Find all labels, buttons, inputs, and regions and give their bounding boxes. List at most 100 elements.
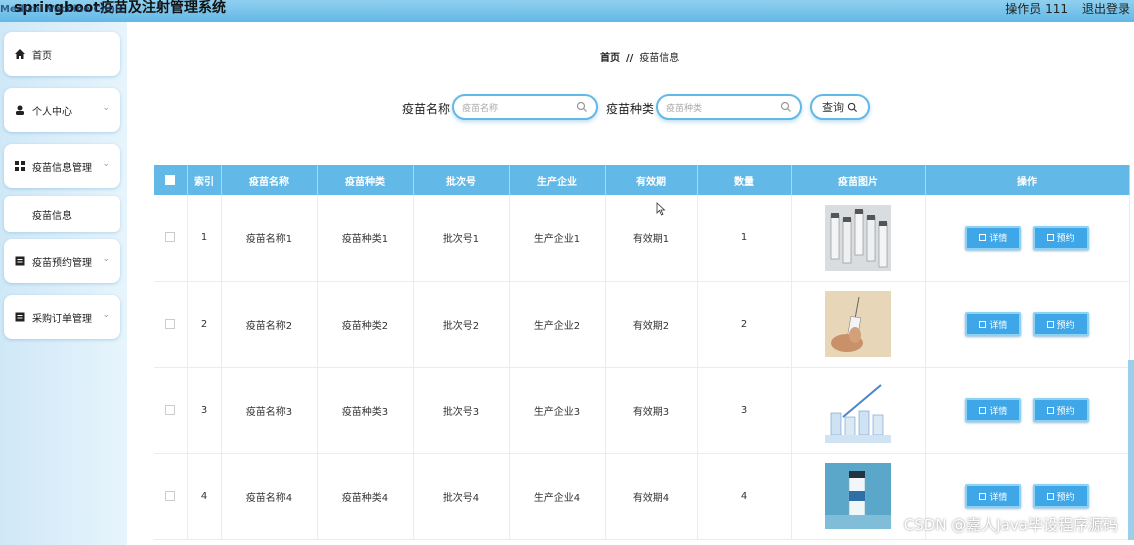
cell-image (791, 367, 926, 454)
breadcrumb-separator: // (626, 53, 634, 64)
detail-button-label: 详情 (989, 320, 1008, 331)
sidebar-item-label: 疫苗信息管理 (32, 162, 92, 174)
cell-maker: 生产企业4 (509, 453, 606, 540)
app-title-overlay: Medical Vaccine Clinic (0, 4, 125, 15)
cell-expiry: 有效期1 (605, 195, 698, 282)
cell-name: 疫苗名称3 (221, 367, 318, 454)
doc-icon (14, 311, 26, 323)
watermark: CSDN @嘉人Java毕设程序源码 (903, 516, 1118, 534)
cell-qty: 3 (697, 367, 792, 454)
doc-icon (1046, 234, 1054, 242)
book-button-label: 预约 (1056, 320, 1075, 331)
cell-type: 疫苗种类2 (317, 281, 414, 368)
cell-maker: 生产企业1 (509, 195, 606, 282)
row-select-cell (154, 281, 188, 368)
row-checkbox[interactable] (165, 232, 176, 243)
detail-button-label: 详情 (989, 234, 1008, 245)
book-button[interactable]: 预约 (1032, 484, 1089, 508)
sidebar-item-vaccine-mgmt[interactable]: 疫苗信息管理 ⌄ (4, 144, 120, 188)
table-header-row: 索引 疫苗名称 疫苗种类 批次号 生产企业 有效期 数量 疫苗图片 操作 (154, 165, 1130, 195)
row-select-cell (154, 195, 188, 282)
column-header: 批次号 (413, 165, 510, 195)
column-header: 疫苗种类 (317, 165, 414, 195)
cell-maker: 生产企业3 (509, 367, 606, 454)
table-row: 3 疫苗名称3 疫苗种类3 批次号3 生产企业3 有效期3 3 详情 预约 (154, 367, 1130, 454)
search-icon (780, 101, 791, 112)
sidebar-item-order-mgmt[interactable]: 采购订单管理 ⌄ (4, 295, 120, 339)
cell-name: 疫苗名称2 (221, 281, 318, 368)
doc-icon (1046, 492, 1054, 500)
logout-link[interactable]: 退出登录 (1082, 0, 1130, 17)
detail-button-label: 详情 (989, 492, 1008, 503)
cell-batch: 批次号1 (413, 195, 510, 282)
doc-icon (1046, 406, 1054, 414)
column-header: 疫苗名称 (221, 165, 318, 195)
row-select-cell (154, 367, 188, 454)
current-user: 操作员 111 (1005, 2, 1068, 16)
vaccine-type-label: 疫苗种类 (606, 102, 655, 116)
detail-button[interactable]: 详情 (965, 312, 1022, 336)
mouse-cursor-icon (656, 202, 666, 216)
sidebar-item-booking-mgmt[interactable]: 疫苗预约管理 ⌄ (4, 239, 120, 283)
doc-icon (979, 234, 987, 242)
cell-expiry: 有效期4 (605, 453, 698, 540)
cell-type: 疫苗种类1 (317, 195, 414, 282)
sidebar-item-profile[interactable]: 个人中心 ⌄ (4, 88, 120, 132)
home-icon (14, 48, 26, 60)
row-checkbox[interactable] (165, 490, 176, 501)
vaccine-table: 索引 疫苗名称 疫苗种类 批次号 生产企业 有效期 数量 疫苗图片 操作 1 疫… (154, 165, 1130, 540)
cell-expiry: 有效期3 (605, 367, 698, 454)
sidebar-item-label: 个人中心 (32, 106, 72, 118)
doc-icon (979, 320, 987, 328)
sidebar: 首页 个人中心 ⌄ 疫苗信息管理 ⌄ 疫苗信息 疫苗预约管理 ⌄ 采购订单管理 … (0, 22, 127, 545)
cell-image (791, 195, 926, 282)
breadcrumb: 首页 // 疫苗信息 (600, 49, 679, 64)
sidebar-item-home[interactable]: 首页 (4, 32, 120, 76)
sidebar-item-label: 疫苗预约管理 (32, 257, 92, 269)
cell-actions: 详情 预约 (925, 367, 1130, 454)
chevron-down-icon: ⌄ (102, 103, 110, 113)
vaccine-name-search (452, 94, 598, 120)
search-icon (576, 101, 587, 112)
cell-name: 疫苗名称1 (221, 195, 318, 282)
column-header: 有效期 (605, 165, 698, 195)
book-button-label: 预约 (1056, 406, 1075, 417)
column-header: 生产企业 (509, 165, 606, 195)
book-button[interactable]: 预约 (1032, 312, 1089, 336)
chevron-down-icon: ⌄ (102, 159, 110, 169)
doc-icon (979, 406, 987, 414)
cell-maker: 生产企业2 (509, 281, 606, 368)
detail-button-label: 详情 (989, 406, 1008, 417)
cell-type: 疫苗种类4 (317, 453, 414, 540)
book-button-label: 预约 (1056, 492, 1075, 503)
cell-index: 2 (187, 281, 222, 368)
select-all-header[interactable] (154, 165, 188, 195)
breadcrumb-home[interactable]: 首页 (600, 53, 620, 64)
page-scrollbar[interactable] (1128, 360, 1134, 540)
vaccine-name-input[interactable] (462, 99, 572, 119)
syringe-hand-image (825, 291, 891, 357)
detail-button[interactable]: 详情 (965, 398, 1022, 422)
cell-actions: 详情 预约 (925, 195, 1130, 282)
detail-button[interactable]: 详情 (965, 225, 1022, 250)
book-button-label: 预约 (1056, 234, 1075, 245)
detail-button[interactable]: 详情 (965, 484, 1022, 508)
top-header: springboot疫苗及注射管理系统 Medical Vaccine Clin… (0, 0, 1134, 22)
user-icon (14, 104, 26, 116)
sidebar-item-label: 疫苗信息 (32, 210, 72, 222)
sidebar-item-vaccine-info[interactable]: 疫苗信息 (4, 196, 120, 232)
vial-blue-image (825, 463, 891, 529)
row-checkbox[interactable] (165, 318, 176, 329)
query-button[interactable]: 查询 (810, 94, 870, 120)
doc-icon (14, 255, 26, 267)
cell-index: 1 (187, 195, 222, 282)
row-checkbox[interactable] (165, 404, 176, 415)
book-button[interactable]: 预约 (1032, 225, 1089, 250)
vaccine-type-input[interactable] (666, 99, 776, 119)
book-button[interactable]: 预约 (1032, 398, 1089, 422)
breadcrumb-current: 疫苗信息 (639, 53, 680, 64)
select-all-checkbox[interactable] (165, 174, 176, 185)
sidebar-item-label: 采购订单管理 (32, 313, 92, 325)
cell-qty: 2 (697, 281, 792, 368)
column-header: 操作 (925, 165, 1130, 195)
